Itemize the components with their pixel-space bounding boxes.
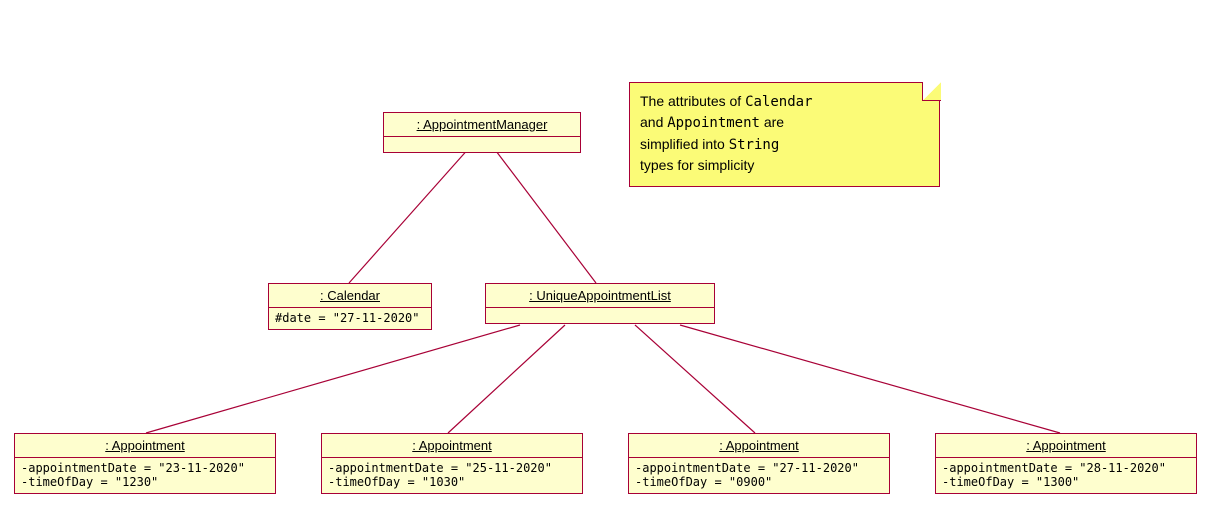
object-appointment: : Appointment -appointmentDate = "28-11-… [935,433,1197,494]
object-attr: -timeOfDay = "1030" [328,475,465,489]
note-line-1: The attributes of Calendar [640,91,929,112]
note-text: and [640,114,667,130]
note-text: The attributes of [640,93,745,109]
object-attrs: -appointmentDate = "27-11-2020" -timeOfD… [629,458,889,493]
object-title-text: : Calendar [320,288,380,303]
object-title: : Appointment [629,434,889,458]
object-attrs [384,137,580,152]
object-attr: -appointmentDate = "23-11-2020" [21,461,245,475]
object-title: : Calendar [269,284,431,308]
object-attr: -appointmentDate = "25-11-2020" [328,461,552,475]
note-text: simplified into [640,136,729,152]
object-title: : Appointment [322,434,582,458]
object-attr: -timeOfDay = "1230" [21,475,158,489]
object-title-text: : Appointment [412,438,492,453]
object-title-text: : Appointment [719,438,799,453]
object-attrs [486,308,714,323]
object-title: : AppointmentManager [384,113,580,137]
object-unique-appointment-list: : UniqueAppointmentList [485,283,715,324]
object-attrs: #date = "27-11-2020" [269,308,431,329]
object-calendar: : Calendar #date = "27-11-2020" [268,283,432,330]
object-attrs: -appointmentDate = "25-11-2020" -timeOfD… [322,458,582,493]
object-title-text: : AppointmentManager [417,117,548,132]
uml-note: The attributes of Calendar and Appointme… [629,82,940,187]
object-appointment: : Appointment -appointmentDate = "23-11-… [14,433,276,494]
object-title: : Appointment [936,434,1196,458]
object-appointment: : Appointment -appointmentDate = "27-11-… [628,433,890,494]
object-attr: -timeOfDay = "0900" [635,475,772,489]
note-code: Appointment [667,115,760,131]
object-appointment-manager: : AppointmentManager [383,112,581,153]
object-title-text: : Appointment [1026,438,1106,453]
note-line-4: types for simplicity [640,155,929,175]
object-attr: -timeOfDay = "1300" [942,475,1079,489]
object-attrs: -appointmentDate = "28-11-2020" -timeOfD… [936,458,1196,493]
object-title-text: : UniqueAppointmentList [529,288,671,303]
object-attrs: -appointmentDate = "23-11-2020" -timeOfD… [15,458,275,493]
object-appointment: : Appointment -appointmentDate = "25-11-… [321,433,583,494]
object-title: : Appointment [15,434,275,458]
object-title-text: : Appointment [105,438,185,453]
note-code: Calendar [745,94,812,110]
object-attr: -appointmentDate = "28-11-2020" [942,461,1166,475]
object-attr: -appointmentDate = "27-11-2020" [635,461,859,475]
note-line-2: and Appointment are [640,112,929,133]
note-text: types for simplicity [640,157,754,173]
note-code: String [729,137,780,153]
object-title: : UniqueAppointmentList [486,284,714,308]
object-attr: #date = "27-11-2020" [275,311,420,325]
note-text: are [760,114,784,130]
note-line-3: simplified into String [640,134,929,155]
